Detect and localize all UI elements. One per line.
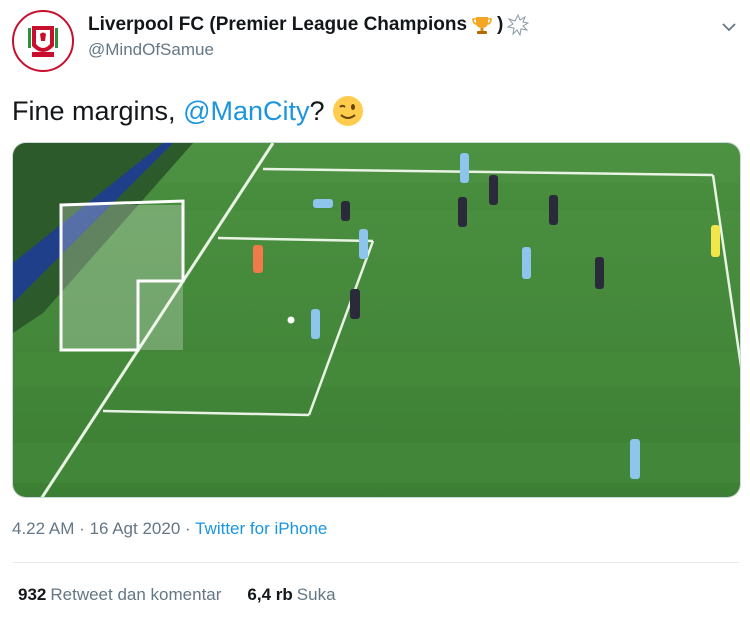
liverpool-crest-icon <box>16 14 70 68</box>
user-handle[interactable]: @MindOfSamue <box>88 40 529 60</box>
avatar[interactable] <box>12 10 74 72</box>
likes-label: Suka <box>296 585 336 604</box>
tweet-source-link[interactable]: Twitter for iPhone <box>195 519 327 538</box>
meta-separator: · <box>79 519 85 538</box>
chevron-down-icon[interactable] <box>720 18 738 36</box>
winking-face-icon <box>332 96 363 126</box>
divider <box>12 562 740 563</box>
tweet-media[interactable] <box>12 142 741 498</box>
likes-count: 6,4 rb <box>247 585 293 604</box>
mention-link[interactable]: @ManCity <box>183 96 309 126</box>
tweet-text-end: ? <box>309 95 325 126</box>
video-frame <box>13 143 740 497</box>
display-name-text[interactable]: Liverpool FC (Premier League Champions <box>88 14 467 36</box>
anger-burst-icon <box>507 14 530 36</box>
tweet-text-start: Fine margins, <box>12 95 184 126</box>
retweets-count: 932 <box>18 585 47 604</box>
tweet-header: Liverpool FC (Premier League Champions )… <box>12 10 738 74</box>
tweet-text: Fine margins, @ManCity? <box>12 94 365 128</box>
likes-stat[interactable]: 6,4 rb Suka <box>247 585 335 605</box>
retweets-label: Retweet dan komentar <box>50 585 222 604</box>
tweet-meta: 4.22 AM · 16 Agt 2020 · Twitter for iPho… <box>12 519 327 539</box>
tweet-time[interactable]: 4.22 AM <box>12 519 74 538</box>
meta-separator-2: · <box>185 519 191 538</box>
display-name[interactable]: Liverpool FC (Premier League Champions ) <box>88 14 530 36</box>
display-name-close: ) <box>497 14 504 35</box>
retweets-stat[interactable]: 932 Retweet dan komentar <box>18 585 221 605</box>
tweet-stats: 932 Retweet dan komentar 6,4 rb Suka <box>18 585 336 605</box>
trophy-icon <box>472 17 492 34</box>
tweet-date[interactable]: 16 Agt 2020 <box>90 519 181 538</box>
